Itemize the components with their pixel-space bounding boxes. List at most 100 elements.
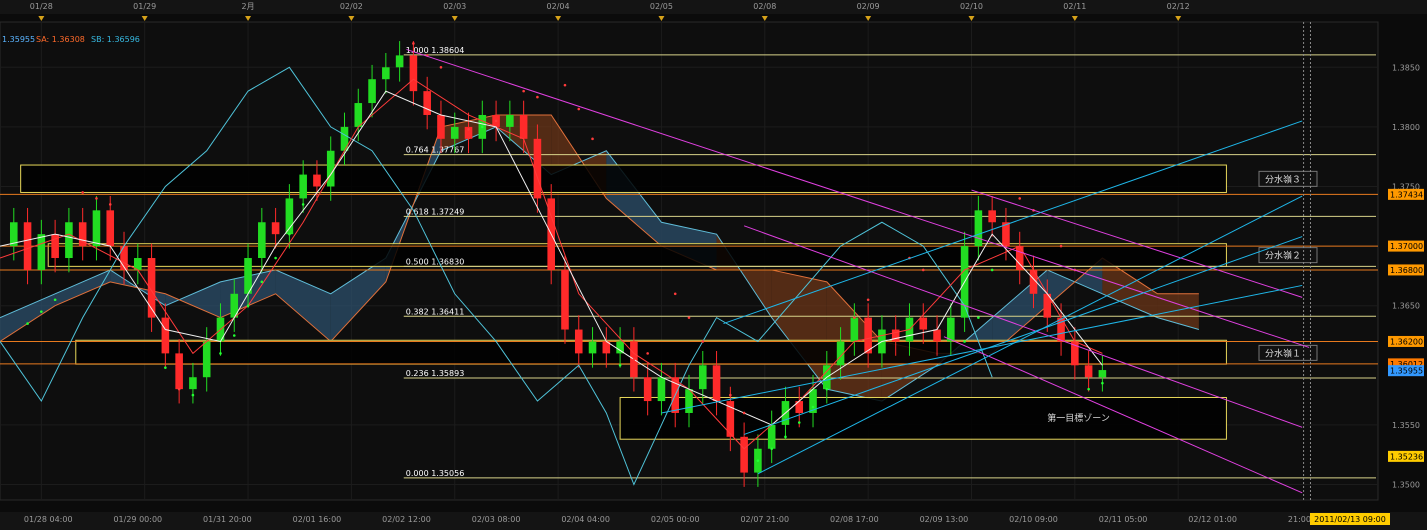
parabolic-sar-dot — [990, 268, 994, 272]
candle-body — [299, 174, 307, 199]
candle-body — [65, 222, 73, 259]
date-marker-icon — [38, 16, 45, 21]
parabolic-sar-dot — [164, 366, 167, 369]
candle-body — [106, 210, 115, 247]
candle-body — [354, 103, 363, 127]
zone-label: 分水嶺２ — [1265, 250, 1301, 262]
candle-body — [382, 67, 390, 80]
candle-body — [161, 317, 170, 354]
y-tick-label: 1.3850 — [1392, 63, 1420, 72]
info-price: 1.35955 — [2, 35, 35, 44]
parabolic-sar-dot — [866, 298, 870, 302]
parabolic-sar-dot — [191, 393, 195, 397]
price-badge-text: 1.35955 — [1390, 367, 1423, 376]
candle-body — [189, 377, 197, 390]
y-tick-label: 1.3500 — [1392, 481, 1420, 490]
bottom-time-label: 01/29 00:00 — [113, 515, 162, 524]
top-date-label: 01/29 — [133, 2, 156, 11]
candle-body — [23, 222, 32, 270]
bottom-time-label: 02/10 09:00 — [1009, 515, 1058, 524]
parabolic-sar-dot — [853, 316, 856, 319]
parabolic-sar-dot — [577, 107, 581, 111]
parabolic-sar-dot — [756, 459, 760, 462]
parabolic-sar-dot — [770, 447, 773, 451]
date-marker-icon — [968, 16, 975, 21]
bottom-time-label: 02/08 17:00 — [830, 515, 879, 524]
date-marker-icon — [141, 16, 148, 21]
parabolic-sar-dot — [260, 280, 264, 284]
candle-body — [698, 365, 707, 390]
parabolic-sar-dot — [742, 411, 746, 415]
y-tick-label: 1.3550 — [1392, 421, 1420, 430]
candle-body — [919, 317, 928, 330]
candle-body — [588, 341, 597, 354]
parabolic-sar-dot — [784, 435, 787, 439]
parabolic-sar-dot — [274, 256, 277, 260]
bottom-time-label: 02/09 13:00 — [920, 515, 969, 524]
bottom-time-label: 21:00 — [1288, 515, 1311, 524]
candle-body — [92, 210, 101, 247]
parabolic-sar-dot — [1087, 387, 1090, 391]
zone-box — [75, 339, 1227, 365]
parabolic-sar-dot — [591, 137, 594, 141]
candle-body — [437, 114, 445, 139]
zone-box — [47, 243, 1227, 267]
parabolic-sar-dot — [467, 127, 470, 131]
price-badge-text: 1.36200 — [1390, 337, 1423, 346]
date-marker-icon — [245, 16, 252, 21]
parabolic-sar-dot — [232, 334, 236, 337]
zone-box — [20, 164, 1227, 193]
date-marker-icon — [1071, 16, 1078, 21]
parabolic-sar-dot — [536, 95, 539, 99]
parabolic-sar-dot — [481, 125, 484, 129]
fib-label: 1.000 1.38604 — [406, 46, 465, 55]
forex-chart[interactable]: 分水嶺３ 分水嶺２ 分水嶺１ 第一目標ゾーン 1.000 1.38604 0.764 1… — [0, 0, 1427, 530]
current-time-text: 2011/02/13 09:00 — [1314, 515, 1386, 524]
candle-body — [657, 377, 666, 402]
date-marker-icon — [865, 16, 872, 21]
candle-body — [258, 222, 266, 259]
top-date-label: 02/05 — [650, 2, 673, 11]
candle-body — [313, 174, 321, 187]
parabolic-sar-dot — [288, 232, 291, 236]
parabolic-sar-dot — [963, 340, 966, 343]
candle-body — [643, 377, 652, 402]
price-badge-text: 1.36800 — [1390, 266, 1423, 275]
candle-body — [740, 436, 748, 473]
parabolic-sar-dot — [797, 421, 801, 424]
candle-body — [1084, 365, 1093, 378]
chart-window: 分水嶺３ 分水嶺２ 分水嶺１ 第一目標ゾーン 1.000 1.38604 0.764 1… — [0, 0, 1427, 530]
parabolic-sar-dot — [632, 358, 636, 361]
price-badge-text: 1.35236 — [1390, 452, 1423, 461]
candle-body — [230, 293, 239, 318]
parabolic-sar-dot — [729, 393, 732, 397]
bottom-time-label: 01/28 04:00 — [24, 515, 73, 524]
parabolic-sar-dot — [26, 322, 29, 325]
parabolic-sar-dot — [1101, 381, 1104, 385]
top-date-label: 2月 — [241, 2, 254, 11]
candle-body — [767, 424, 776, 449]
candle-body — [395, 55, 404, 68]
parabolic-sar-dot — [618, 364, 622, 367]
parabolic-sar-dot — [53, 298, 57, 302]
candle-body — [423, 91, 431, 115]
top-date-strip — [0, 0, 1427, 14]
y-tick-label: 1.3800 — [1392, 123, 1420, 132]
candle-body — [340, 126, 349, 151]
candle-body — [326, 150, 335, 187]
parabolic-sar-dot — [673, 292, 677, 296]
top-date-label: 01/28 — [30, 2, 53, 11]
bottom-time-label: 02/07 21:00 — [740, 515, 789, 524]
candle-body — [202, 341, 211, 378]
date-marker-icon — [1175, 16, 1182, 21]
bottom-time-label: 02/05 00:00 — [651, 515, 700, 524]
info-sb: SB: 1.36596 — [91, 35, 140, 44]
info-sa: SA: 1.36308 — [36, 35, 85, 44]
candle-body — [519, 114, 528, 139]
top-date-label: 02/10 — [960, 2, 983, 11]
parabolic-sar-dot — [246, 304, 250, 308]
candle-body — [1098, 370, 1107, 378]
candle-body — [561, 269, 569, 330]
parabolic-sar-dot — [522, 89, 525, 93]
top-date-label: 02/12 — [1167, 2, 1190, 11]
